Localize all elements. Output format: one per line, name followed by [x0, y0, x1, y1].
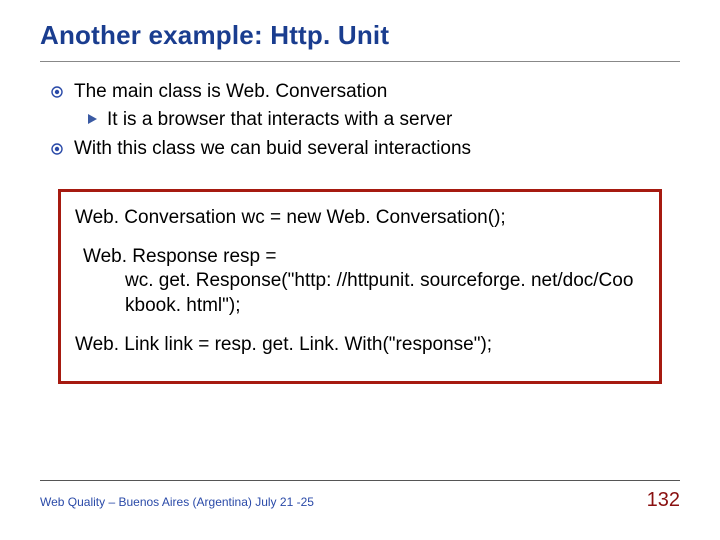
slide: Another example: Http. Unit The main cla…: [0, 0, 720, 540]
footer-text: Web Quality – Buenos Aires (Argentina) J…: [40, 495, 314, 509]
page-number: 132: [647, 489, 680, 512]
code-line: kbook. html");: [83, 294, 645, 319]
bullet-level1: The main class is Web. Conversation: [50, 80, 680, 104]
bullet-icon: [50, 142, 64, 156]
code-line: Web. Link link = resp. get. Link. With("…: [75, 333, 645, 358]
bullet-text: It is a browser that interacts with a se…: [107, 108, 452, 132]
arrow-icon: [88, 114, 97, 124]
code-line: Web. Response resp =: [83, 245, 645, 270]
bullet-text: The main class is Web. Conversation: [74, 80, 387, 104]
slide-body: The main class is Web. Conversation It i…: [40, 80, 680, 384]
slide-title: Another example: Http. Unit: [40, 20, 680, 62]
bullet-level2: It is a browser that interacts with a se…: [88, 108, 680, 132]
footer: Web Quality – Buenos Aires (Argentina) J…: [40, 480, 680, 512]
code-line: Web. Conversation wc = new Web. Conversa…: [75, 206, 645, 231]
bullet-icon: [50, 85, 64, 99]
code-line: wc. get. Response("http: //httpunit. sou…: [83, 269, 645, 294]
bullet-text: With this class we can buid several inte…: [74, 137, 471, 161]
code-block: Web. Response resp = wc. get. Response("…: [75, 245, 645, 319]
code-box: Web. Conversation wc = new Web. Conversa…: [58, 189, 662, 384]
bullet-level1: With this class we can buid several inte…: [50, 137, 680, 161]
